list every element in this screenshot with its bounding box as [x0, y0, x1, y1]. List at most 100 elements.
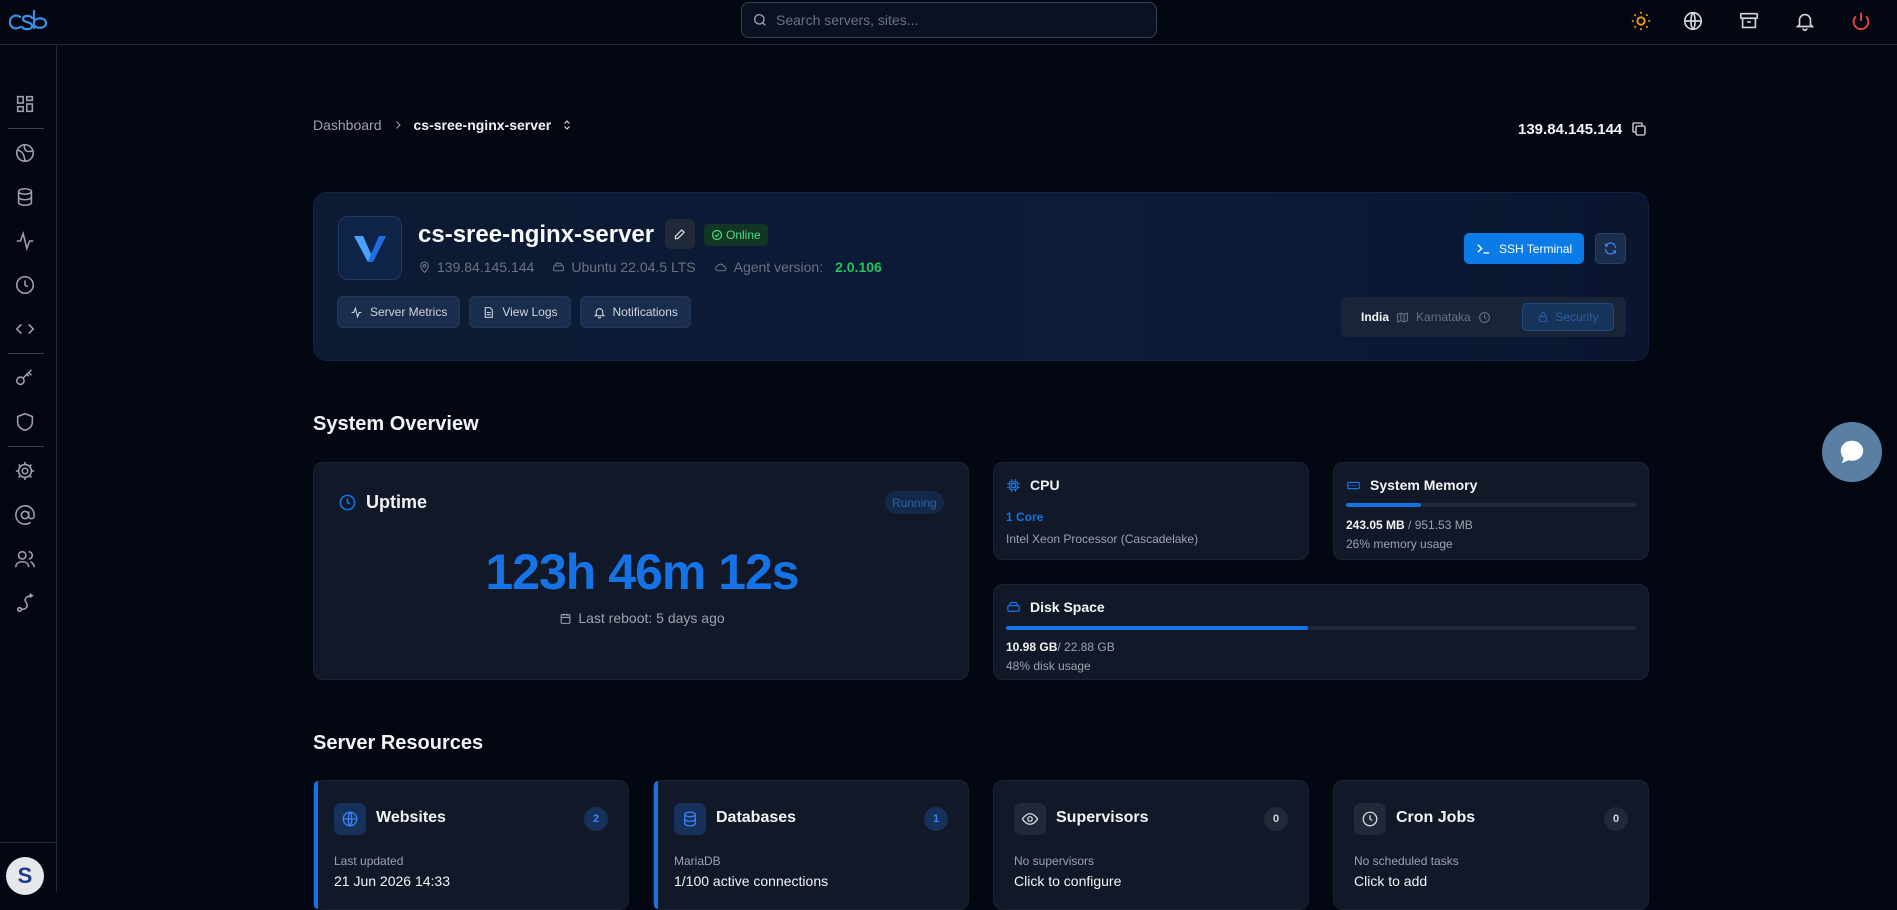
- status-badge: Online: [704, 224, 768, 246]
- chat-widget-button[interactable]: [1822, 422, 1882, 482]
- cron-jobs-count: 0: [1604, 807, 1628, 831]
- notifications-button[interactable]: Notifications: [579, 296, 691, 328]
- databases-subtitle: MariaDB: [674, 854, 721, 868]
- cron-jobs-subtitle: No scheduled tasks: [1354, 854, 1459, 868]
- calendar-icon: [559, 612, 572, 625]
- cron-jobs-card[interactable]: Cron Jobs 0 No scheduled tasks Click to …: [1333, 780, 1649, 910]
- memory-progress-fill: [1346, 503, 1422, 507]
- security-label: Security: [1555, 310, 1599, 324]
- view-logs-button[interactable]: View Logs: [469, 296, 571, 328]
- cpu-title: CPU: [1006, 477, 1060, 493]
- database-icon: [674, 803, 706, 835]
- server-metrics-button[interactable]: Server Metrics: [337, 296, 461, 328]
- cpu-cores: 1 Core: [1006, 510, 1044, 524]
- cpu-card: CPU 1 Core Intel Xeon Processor (Cascade…: [993, 462, 1309, 560]
- memory-usage: 26% memory usage: [1346, 537, 1453, 551]
- uptime-value: 123h 46m 12s: [485, 544, 799, 600]
- bell-icon: [593, 306, 606, 319]
- eye-icon: [1014, 803, 1046, 835]
- security-button[interactable]: Security: [1522, 303, 1614, 331]
- breadcrumb-dashboard-link[interactable]: Dashboard: [313, 117, 382, 133]
- breadcrumb: Dashboard cs-sree-nginx-server: [313, 117, 573, 133]
- disk-total: / 22.88 GB: [1057, 640, 1115, 654]
- server-ip: 139.84.145.144: [437, 259, 535, 275]
- code-icon[interactable]: [14, 318, 36, 340]
- server-header-card: cs-sree-nginx-server Online 139.84.145.1…: [313, 192, 1649, 361]
- supervisors-value[interactable]: Click to configure: [1014, 873, 1121, 889]
- clock-icon: [1354, 803, 1386, 835]
- websites-subtitle: Last updated: [334, 854, 404, 868]
- system-overview-heading: System Overview: [313, 413, 479, 435]
- database-icon[interactable]: [14, 186, 36, 208]
- refresh-icon: [1604, 242, 1617, 255]
- globe-icon: [334, 803, 366, 835]
- disk-used: 10.98 GB: [1006, 640, 1058, 654]
- globe-network-icon[interactable]: [14, 142, 36, 164]
- search-input[interactable]: [776, 12, 1136, 28]
- power-icon[interactable]: [1850, 10, 1872, 32]
- dashboard-icon[interactable]: [14, 93, 36, 115]
- memory-progress-bar: [1346, 503, 1636, 507]
- server-resources-heading: Server Resources: [313, 732, 484, 754]
- key-icon[interactable]: [14, 367, 36, 389]
- edit-name-button[interactable]: [665, 219, 695, 249]
- settings-icon[interactable]: [14, 460, 36, 482]
- agent-version-value: 2.0.106: [835, 259, 882, 275]
- view-logs-label: View Logs: [502, 305, 558, 319]
- memory-icon: [1346, 478, 1361, 493]
- activity-icon[interactable]: [14, 230, 36, 252]
- route-icon[interactable]: [14, 592, 36, 614]
- disk-label: Disk Space: [1030, 599, 1105, 615]
- at-icon[interactable]: [14, 504, 36, 526]
- clock-icon: [1478, 311, 1491, 324]
- server-meta: 139.84.145.144 Ubuntu 22.04.5 LTS Agent …: [418, 259, 882, 275]
- check-circle-icon: [711, 229, 723, 241]
- supervisors-card[interactable]: Supervisors 0 No supervisors Click to co…: [993, 780, 1309, 910]
- location-country: India: [1361, 310, 1390, 324]
- refresh-button[interactable]: [1595, 233, 1626, 264]
- websites-count: 2: [584, 807, 608, 831]
- cpu-icon: [1006, 478, 1021, 493]
- card-accent: [654, 781, 658, 909]
- bell-icon[interactable]: [1794, 10, 1816, 32]
- top-bar: [0, 0, 1897, 45]
- drive-icon: [552, 261, 565, 274]
- uptime-card: Uptime Running 123h 46m 12s Last reboot:…: [313, 462, 969, 680]
- databases-value: 1/100 active connections: [674, 873, 829, 889]
- search-box[interactable]: [741, 2, 1157, 38]
- sidebar-divider: [8, 446, 44, 447]
- memory-total: / 951.53 MB: [1404, 518, 1473, 532]
- uptime-title: Uptime: [338, 492, 427, 513]
- cron-jobs-value[interactable]: Click to add: [1354, 873, 1427, 889]
- ssh-terminal-button[interactable]: SSH Terminal: [1464, 233, 1585, 264]
- map-icon: [1396, 311, 1409, 324]
- activity-icon: [350, 305, 363, 319]
- server-ip-text: 139.84.145.144: [1518, 120, 1623, 138]
- sun-icon[interactable]: [1630, 10, 1652, 32]
- location-bar: India Karnataka Security: [1341, 297, 1626, 337]
- clock-icon[interactable]: [14, 274, 36, 296]
- lock-icon: [1537, 311, 1549, 323]
- databases-card[interactable]: Databases 1 MariaDB 1/100 active connect…: [653, 780, 969, 910]
- databases-title: Databases: [716, 809, 797, 826]
- users-icon[interactable]: [14, 548, 36, 570]
- disk-progress-fill: [1006, 626, 1309, 630]
- cpu-model: Intel Xeon Processor (Cascadelake): [1006, 532, 1199, 546]
- websites-title: Websites: [376, 809, 446, 826]
- avatar[interactable]: S: [6, 857, 44, 895]
- websites-card[interactable]: Websites 2 Last updated 21 Jun 2026 14:3…: [313, 780, 629, 910]
- server-action-buttons: Server Metrics View Logs Notifications: [337, 296, 691, 328]
- disk-title: Disk Space: [1006, 599, 1105, 615]
- archive-icon[interactable]: [1738, 10, 1760, 32]
- globe-icon[interactable]: [1682, 10, 1704, 32]
- chevron-updown-icon[interactable]: [561, 118, 573, 132]
- running-badge: Running: [885, 491, 944, 514]
- disk-usage: 48% disk usage: [1006, 659, 1091, 673]
- shield-icon[interactable]: [14, 411, 36, 433]
- supervisors-count: 0: [1264, 807, 1288, 831]
- agent-version-label: Agent version:: [733, 259, 824, 275]
- websites-value: 21 Jun 2026 14:33: [334, 873, 450, 889]
- app-logo[interactable]: [8, 8, 52, 34]
- copy-icon[interactable]: [1630, 120, 1648, 138]
- ssh-terminal-label: SSH Terminal: [1499, 241, 1573, 256]
